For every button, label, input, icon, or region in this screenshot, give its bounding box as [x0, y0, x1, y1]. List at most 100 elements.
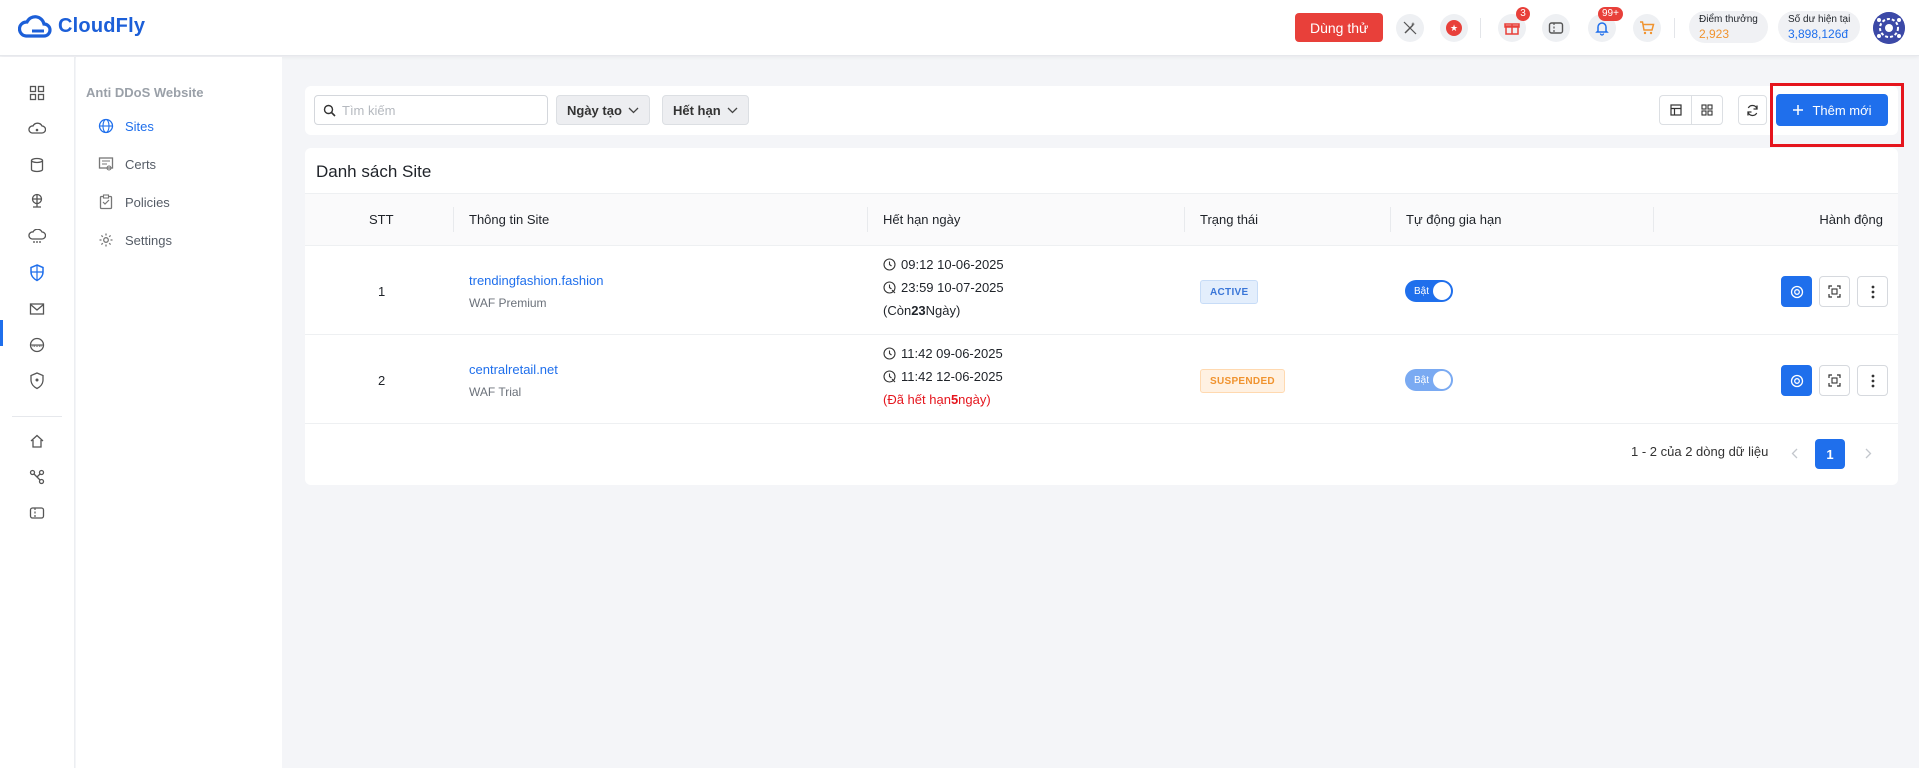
reward-points[interactable]: Điểm thưởng 2,923 — [1689, 11, 1768, 43]
refresh-button[interactable] — [1738, 95, 1767, 125]
end-date-text: 23:59 10-07-2025 — [901, 280, 1004, 295]
security-icon[interactable] — [27, 371, 47, 391]
cart-icon[interactable] — [1633, 14, 1661, 42]
www-icon[interactable]: www — [27, 335, 47, 355]
pagination-info: 1 - 2 của 2 dòng dữ liệu — [1631, 444, 1769, 459]
grid-icon — [1701, 104, 1713, 116]
reward-value: 2,923 — [1699, 27, 1730, 41]
column-divider — [1653, 207, 1654, 232]
promo-icon[interactable]: ★ — [1440, 14, 1468, 42]
expired-prefix: (Đã hết hạn — [883, 391, 951, 407]
magic-wand-icon[interactable] — [1396, 14, 1424, 42]
clipboard-icon — [99, 194, 113, 210]
site-domain-link[interactable]: centralretail.net — [469, 362, 558, 377]
scan-button[interactable] — [1819, 365, 1850, 396]
filter-bar: Ngày tạo Hết hạn Thêm mới — [305, 86, 1898, 135]
toggle-knob — [1433, 282, 1451, 300]
end-date: 23:59 10-07-2025 — [883, 276, 1004, 299]
submenu-item-certs[interactable]: Certs — [98, 156, 156, 172]
scan-button[interactable] — [1819, 276, 1850, 307]
column-header: Hết hạn ngày — [883, 212, 961, 227]
start-date: 09:12 10-06-2025 — [883, 253, 1004, 276]
clock-icon — [883, 258, 896, 271]
chevron-down-icon — [727, 107, 738, 113]
submenu-item-label: Policies — [125, 194, 170, 210]
chevron-down-icon — [628, 107, 639, 113]
expiry-info: 11:42 09-06-2025 11:42 12-06-2025 (Đã hế… — [883, 342, 1003, 410]
scan-icon — [1828, 285, 1841, 298]
dashboard-icon[interactable] — [27, 83, 47, 103]
column-header: Hành động — [1819, 212, 1883, 227]
more-options-button[interactable] — [1857, 365, 1888, 396]
submenu-item-settings[interactable]: Settings — [98, 232, 172, 248]
shield-icon[interactable] — [27, 263, 47, 283]
account-balance[interactable]: Số dư hiện tại 3,898,126đ — [1778, 11, 1861, 43]
submenu-item-policies[interactable]: Policies — [98, 194, 170, 210]
logo[interactable]: CloudFly — [18, 12, 145, 40]
search-box[interactable] — [314, 95, 548, 125]
balance-label: Số dư hiện tại — [1788, 14, 1851, 25]
cloud-storage-icon[interactable] — [27, 227, 47, 247]
bell-icon[interactable]: 99+ — [1588, 7, 1623, 42]
balance-value: 3,898,126đ — [1788, 27, 1849, 41]
created-date-filter[interactable]: Ngày tạo — [556, 95, 650, 125]
toggle-knob — [1433, 371, 1451, 389]
target-icon — [1790, 285, 1803, 298]
grid-view-button[interactable] — [1691, 95, 1723, 125]
top-header: CloudFly Dùng thử ★ 3 99+ Điểm thưởng 2,… — [0, 0, 1919, 56]
search-input[interactable] — [342, 102, 532, 118]
clock-end-icon — [883, 281, 896, 294]
expired-days: (Đã hết hạn 5 ngày) — [883, 388, 1003, 410]
home-cloud-icon[interactable] — [27, 431, 47, 451]
expiry-label: Hết hạn — [673, 102, 721, 118]
start-date: 11:42 09-06-2025 — [883, 342, 1003, 365]
header-divider — [1674, 18, 1675, 38]
status-badge: ACTIVE — [1200, 280, 1259, 304]
expiry-info: 09:12 10-06-2025 23:59 10-07-2025 (Còn 2… — [883, 253, 1004, 321]
card-title: Danh sách Site — [316, 162, 432, 181]
expired-count: 5 — [950, 391, 959, 407]
scan-icon — [1828, 374, 1841, 387]
brand-name: CloudFly — [58, 14, 146, 37]
column-header: Trạng thái — [1200, 212, 1259, 227]
prev-page-button[interactable] — [1783, 442, 1805, 464]
avatar[interactable] — [1873, 12, 1905, 44]
row-index: 2 — [378, 373, 386, 388]
more-options-button[interactable] — [1857, 276, 1888, 307]
view-button[interactable] — [1781, 276, 1812, 307]
rail-divider — [12, 416, 62, 417]
cloud-server-icon[interactable] — [27, 119, 47, 139]
mail-icon[interactable] — [27, 299, 47, 319]
gift-icon[interactable]: 3 — [1498, 7, 1530, 42]
column-header: STT — [369, 212, 394, 227]
site-domain-link[interactable]: trendingfashion.fashion — [469, 273, 603, 288]
row-index: 1 — [378, 284, 386, 299]
remaining-count: 23 — [911, 302, 926, 318]
table-row: 1 trendingfashion.fashion WAF Premium 09… — [305, 246, 1898, 335]
start-date-text: 09:12 10-06-2025 — [901, 257, 1004, 272]
trial-button[interactable]: Dùng thử — [1295, 13, 1384, 42]
search-icon — [323, 104, 336, 117]
table-icon — [1669, 104, 1682, 116]
network-icon[interactable] — [27, 191, 47, 211]
gift-badge: 3 — [1516, 7, 1530, 21]
table-view-button[interactable] — [1659, 95, 1691, 125]
ticket-icon[interactable] — [27, 503, 47, 523]
database-icon[interactable] — [27, 155, 47, 175]
toggle-label: Bật — [1414, 374, 1430, 386]
view-button[interactable] — [1781, 365, 1812, 396]
expiry-filter[interactable]: Hết hạn — [662, 95, 749, 125]
submenu-item-sites[interactable]: Sites — [98, 118, 154, 134]
auto-renew-toggle[interactable]: Bật — [1405, 369, 1453, 391]
submenu-item-label: Settings — [125, 232, 172, 248]
page-number-button[interactable]: 1 — [1815, 439, 1845, 469]
site-list-card: Danh sách Site STT Thông tin Site Hết hạ… — [305, 148, 1898, 485]
ticket-icon[interactable] — [1542, 14, 1570, 42]
connection-icon[interactable] — [27, 467, 47, 487]
clock-end-icon — [883, 370, 896, 383]
clock-icon — [883, 347, 896, 360]
target-icon — [1790, 374, 1803, 387]
table-header: STT Thông tin Site Hết hạn ngày Trạng th… — [305, 193, 1898, 246]
next-page-button[interactable] — [1857, 442, 1879, 464]
auto-renew-toggle[interactable]: Bật — [1405, 280, 1453, 302]
